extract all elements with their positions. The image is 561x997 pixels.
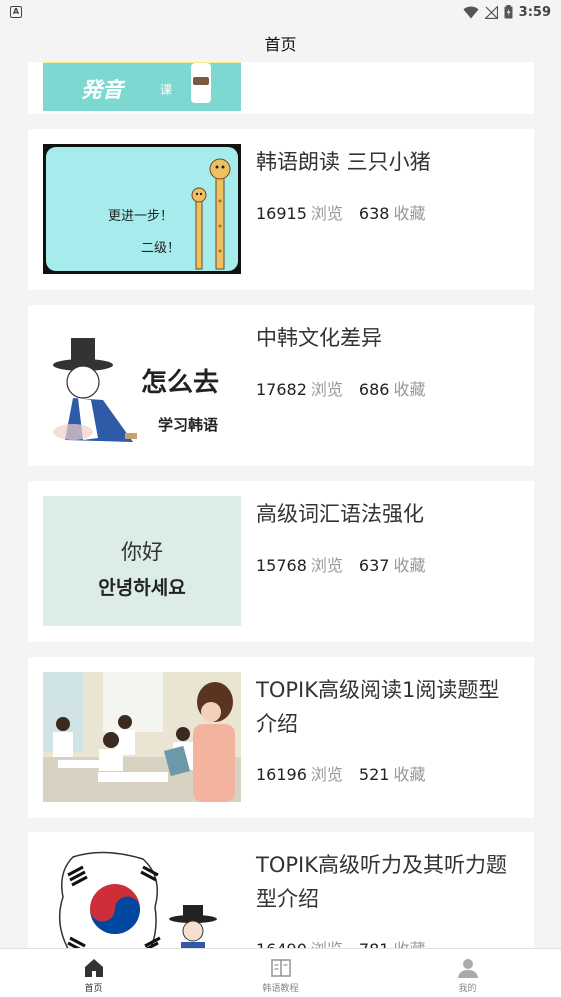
views-count: 17682 bbox=[256, 380, 307, 399]
favorites-label: 收藏 bbox=[393, 556, 426, 575]
app-notification-icon: A bbox=[10, 6, 22, 18]
nav-item-tutorials[interactable]: 韩语教程 bbox=[187, 949, 374, 997]
battery-icon bbox=[504, 5, 513, 19]
status-bar: A 3:59 bbox=[0, 0, 561, 24]
course-stats: 16490 浏览 781收藏 bbox=[256, 936, 425, 948]
course-card[interactable]: 更进一步！ 二级！ 韩语朗读 三只小猪 16915 浏览 638 收藏 bbox=[28, 129, 534, 290]
favorites-label: 收藏 bbox=[393, 380, 426, 399]
course-stats: 15768 浏览 637 收藏 bbox=[256, 552, 425, 576]
course-list[interactable]: 発音 课 更进一步！ 二级！ 韩语朗读 三只小猪 16915 浏览 638 收藏… bbox=[0, 62, 561, 948]
korea-flag-map-illustration bbox=[58, 851, 217, 948]
course-card[interactable]: TOPIK高级听力及其听力题型介绍 16490 浏览 781收藏 bbox=[28, 832, 534, 948]
favorites-count: 637 bbox=[358, 556, 390, 575]
course-card[interactable]: TOPIK高级阅读1阅读题型介绍 16196 浏览 521 收藏 bbox=[28, 657, 534, 818]
views-count: 16196 bbox=[256, 765, 307, 784]
no-signal-icon bbox=[484, 5, 498, 19]
views-label: 浏览 bbox=[310, 380, 343, 399]
course-title: TOPIK高级听力及其听力题型介绍 bbox=[256, 853, 507, 911]
views-label: 浏览 bbox=[310, 556, 343, 575]
views-label: 浏览 bbox=[310, 765, 343, 784]
giraffe-illustration bbox=[191, 158, 231, 270]
course-thumbnail: 発音 课 bbox=[43, 62, 241, 111]
favorites-count: 521 bbox=[358, 765, 390, 784]
views-label: 浏览 bbox=[311, 940, 343, 948]
nav-item-profile[interactable]: 我的 bbox=[374, 949, 561, 997]
clock: 3:59 bbox=[518, 4, 551, 20]
page-title: 首页 bbox=[264, 35, 297, 54]
nav-label-home: 首页 bbox=[84, 983, 103, 994]
course-thumbnail bbox=[43, 847, 241, 948]
views-count: 15768 bbox=[256, 556, 307, 575]
nav-item-home[interactable]: 首页 bbox=[0, 949, 187, 997]
course-thumbnail: 你好 안녕하세요 bbox=[43, 496, 241, 626]
book-icon bbox=[270, 958, 291, 977]
favorites-label: 收藏 bbox=[393, 765, 426, 784]
person-icon bbox=[457, 958, 478, 978]
bottom-navigation: 首页 韩语教程 我的 bbox=[0, 948, 561, 997]
course-card[interactable]: 你好 안녕하세요 高级词汇语法强化 15768 浏览 637 收藏 bbox=[28, 481, 534, 642]
course-card[interactable]: 発音 课 bbox=[28, 62, 534, 114]
views-count: 16915 bbox=[256, 204, 307, 223]
course-title: 韩语朗读 三只小猪 bbox=[256, 150, 431, 174]
course-stats: 17682 浏览 686 收藏 bbox=[256, 376, 425, 400]
favorites-count: 638 bbox=[358, 204, 390, 223]
views-count: 16490 bbox=[256, 940, 307, 948]
favorites-count: 781 bbox=[359, 940, 390, 948]
course-title: TOPIK高级阅读1阅读题型介绍 bbox=[256, 678, 500, 736]
course-stats: 16915 浏览 638 收藏 bbox=[256, 200, 425, 224]
nav-label-profile: 我的 bbox=[458, 983, 477, 994]
views-label: 浏览 bbox=[310, 204, 343, 223]
course-stats: 16196 浏览 521 收藏 bbox=[256, 761, 425, 785]
course-card[interactable]: 怎么去 学习韩语 中韩文化差异 17682 浏览 686 收藏 bbox=[28, 305, 534, 466]
favorites-label: 收藏 bbox=[393, 204, 426, 223]
nav-label-tutorials: 韩语教程 bbox=[262, 983, 299, 994]
course-thumbnail: 更进一步！ 二级！ bbox=[43, 144, 241, 274]
course-thumbnail: 怎么去 学习韩语 bbox=[43, 320, 241, 450]
course-title: 高级词汇语法强化 bbox=[256, 502, 424, 526]
favorites-label: 收藏 bbox=[393, 940, 425, 948]
course-thumbnail bbox=[43, 672, 241, 802]
favorites-count: 686 bbox=[358, 380, 390, 399]
scholar-illustration bbox=[53, 338, 137, 442]
home-icon bbox=[84, 958, 103, 977]
course-title: 中韩文化差异 bbox=[256, 326, 382, 350]
wifi-icon bbox=[463, 6, 479, 18]
classroom-photo bbox=[43, 672, 241, 802]
